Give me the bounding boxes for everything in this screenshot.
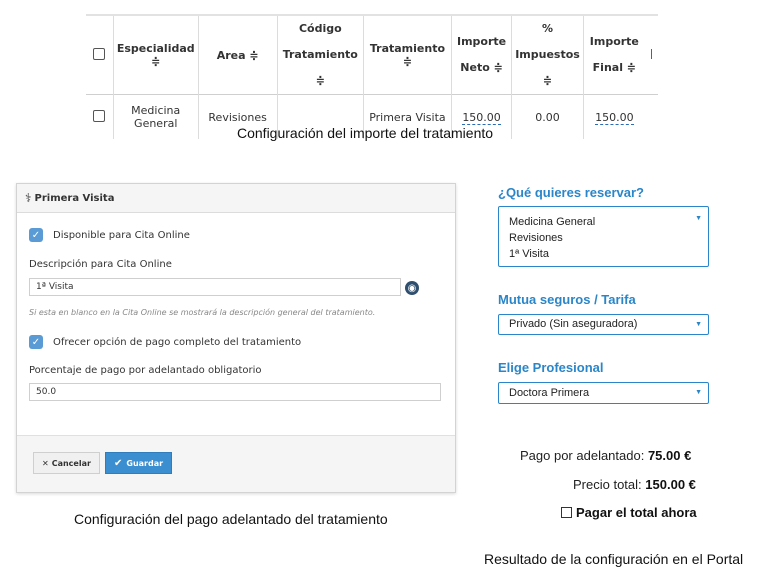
- col-final-label-1: Importe: [589, 35, 639, 48]
- porcentaje-input[interactable]: 50.0: [29, 383, 441, 401]
- chevron-down-icon: ▼: [695, 389, 702, 396]
- reservar-line-1: Medicina General: [509, 216, 596, 228]
- total-line: Precio total: 150.00 €: [573, 477, 696, 492]
- reservar-line-3: 1ª Visita: [509, 248, 549, 260]
- col-codigo-label-2: Tratamiento ≑: [282, 48, 358, 87]
- save-button[interactable]: ✔ Guardar: [105, 452, 173, 474]
- dialog-header: ⚕ Primera Visita: [17, 184, 455, 213]
- dialog-footer: ✕ Cancelar ✔ Guardar: [17, 435, 455, 492]
- profesional-select[interactable]: Doctora Primera ▼: [498, 382, 709, 404]
- treatments-table: Especialidad ≑ Area ≑ Código Tratamiento…: [86, 14, 658, 139]
- final-editable[interactable]: 150.00: [595, 110, 634, 125]
- dialog-caption: Configuración del pago adelantado del tr…: [74, 511, 388, 527]
- cutoff-marker: [650, 48, 652, 59]
- col-area-label: Area ≑: [216, 48, 259, 62]
- descripcion-hint: Si esta en blanco en la Cita Online se m…: [29, 308, 376, 317]
- ofrecer-label: Ofrecer opción de pago completo del trat…: [53, 336, 302, 348]
- reservar-select[interactable]: Medicina General Revisiones 1ª Visita ▼: [498, 206, 709, 267]
- close-icon: ✕: [42, 458, 49, 468]
- neto-editable[interactable]: 150.00: [462, 110, 501, 125]
- chevron-down-icon: ▼: [695, 321, 702, 328]
- cell-especialidad: Medicina General: [112, 94, 199, 139]
- mutua-value: Privado (Sin aseguradora): [509, 318, 638, 330]
- col-impuestos-label-2: Impuestos ≑: [515, 48, 580, 87]
- col-impuestos-label-1: %: [542, 22, 554, 35]
- adelantado-line: Pago por adelantado: 75.00 €: [520, 448, 691, 463]
- table-caption: Configuración del importe del tratamient…: [237, 125, 494, 141]
- col-codigo-label-1: Código: [298, 22, 342, 35]
- row-select-cell: [86, 95, 113, 140]
- adelantado-label: Pago por adelantado:: [520, 448, 645, 463]
- pagar-total-checkbox[interactable]: [561, 507, 572, 518]
- col-codigo[interactable]: Código Tratamiento ≑: [276, 14, 364, 95]
- porcentaje-value: 50.0: [36, 387, 57, 397]
- cell-especialidad-line-1: Medicina: [131, 104, 181, 117]
- dialog-title: Primera Visita: [34, 192, 115, 204]
- reservar-line-2: Revisiones: [509, 232, 563, 244]
- adelantado-value: 75.00 €: [647, 448, 692, 463]
- col-final[interactable]: Importe Final ≑: [582, 14, 645, 95]
- col-neto-label-2: Neto ≑: [460, 61, 503, 74]
- pagar-total-label: Pagar el total ahora: [576, 505, 697, 520]
- treatment-dialog: ⚕ Primera Visita ✓ Disponible para Cita …: [16, 183, 456, 493]
- col-especialidad[interactable]: Especialidad ≑: [112, 14, 199, 95]
- select-all-checkbox[interactable]: [93, 47, 106, 60]
- profesional-value: Doctora Primera: [509, 387, 590, 399]
- col-neto[interactable]: Importe Neto ≑: [450, 14, 512, 95]
- disponible-row[interactable]: ✓ Disponible para Cita Online: [29, 228, 190, 242]
- cell-final: 150.00: [582, 94, 645, 139]
- mutua-title: Mutua seguros / Tarifa: [498, 292, 636, 307]
- reservar-title: ¿Qué quieres reservar?: [498, 185, 644, 200]
- col-tratamiento[interactable]: Tratamiento ≑: [362, 14, 452, 95]
- total-label: Precio total:: [573, 477, 642, 492]
- porcentaje-label: Porcentaje de pago por adelantado obliga…: [29, 365, 262, 376]
- stethoscope-icon: ⚕: [25, 191, 32, 205]
- table-header-row: Especialidad ≑ Area ≑ Código Tratamiento…: [86, 14, 658, 95]
- chevron-down-icon: ▼: [695, 215, 702, 222]
- col-neto-label-1: Importe: [456, 35, 507, 48]
- disponible-label: Disponible para Cita Online: [53, 229, 190, 241]
- col-cutoff: [644, 14, 658, 95]
- cell-impuestos: 0.00: [511, 94, 584, 139]
- save-label: Guardar: [126, 458, 164, 468]
- col-especialidad-label: Especialidad ≑: [116, 42, 195, 68]
- descripcion-value: 1ª Visita: [36, 282, 74, 292]
- col-tratamiento-label: Tratamiento ≑: [369, 42, 446, 68]
- col-final-label-2: Final ≑: [592, 61, 637, 74]
- col-area[interactable]: Area ≑: [197, 14, 278, 95]
- descripcion-label: Descripción para Cita Online: [29, 259, 172, 270]
- col-impuestos[interactable]: % Impuestos ≑: [511, 14, 584, 95]
- total-value: 150.00 €: [645, 477, 696, 492]
- cancel-label: Cancelar: [51, 458, 91, 468]
- row-checkbox[interactable]: [93, 109, 106, 122]
- select-all-cell: [86, 14, 114, 95]
- mutua-select[interactable]: Privado (Sin aseguradora) ▼: [498, 314, 709, 335]
- ofrecer-row[interactable]: ✓ Ofrecer opción de pago completo del tr…: [29, 335, 301, 349]
- disponible-checkbox[interactable]: ✓: [29, 228, 43, 242]
- cell-especialidad-line-2: General: [134, 117, 178, 130]
- descripcion-input[interactable]: 1ª Visita: [29, 278, 401, 296]
- pagar-total-row[interactable]: Pagar el total ahora: [561, 505, 697, 520]
- cancel-button[interactable]: ✕ Cancelar: [33, 452, 100, 474]
- ofrecer-checkbox[interactable]: ✓: [29, 335, 43, 349]
- globe-icon[interactable]: ◉: [405, 281, 419, 295]
- portal-caption: Resultado de la configuración en el Port…: [484, 551, 744, 567]
- check-icon: ✔: [114, 457, 123, 469]
- cell-cutoff: [645, 95, 658, 140]
- profesional-title: Elige Profesional: [498, 360, 604, 375]
